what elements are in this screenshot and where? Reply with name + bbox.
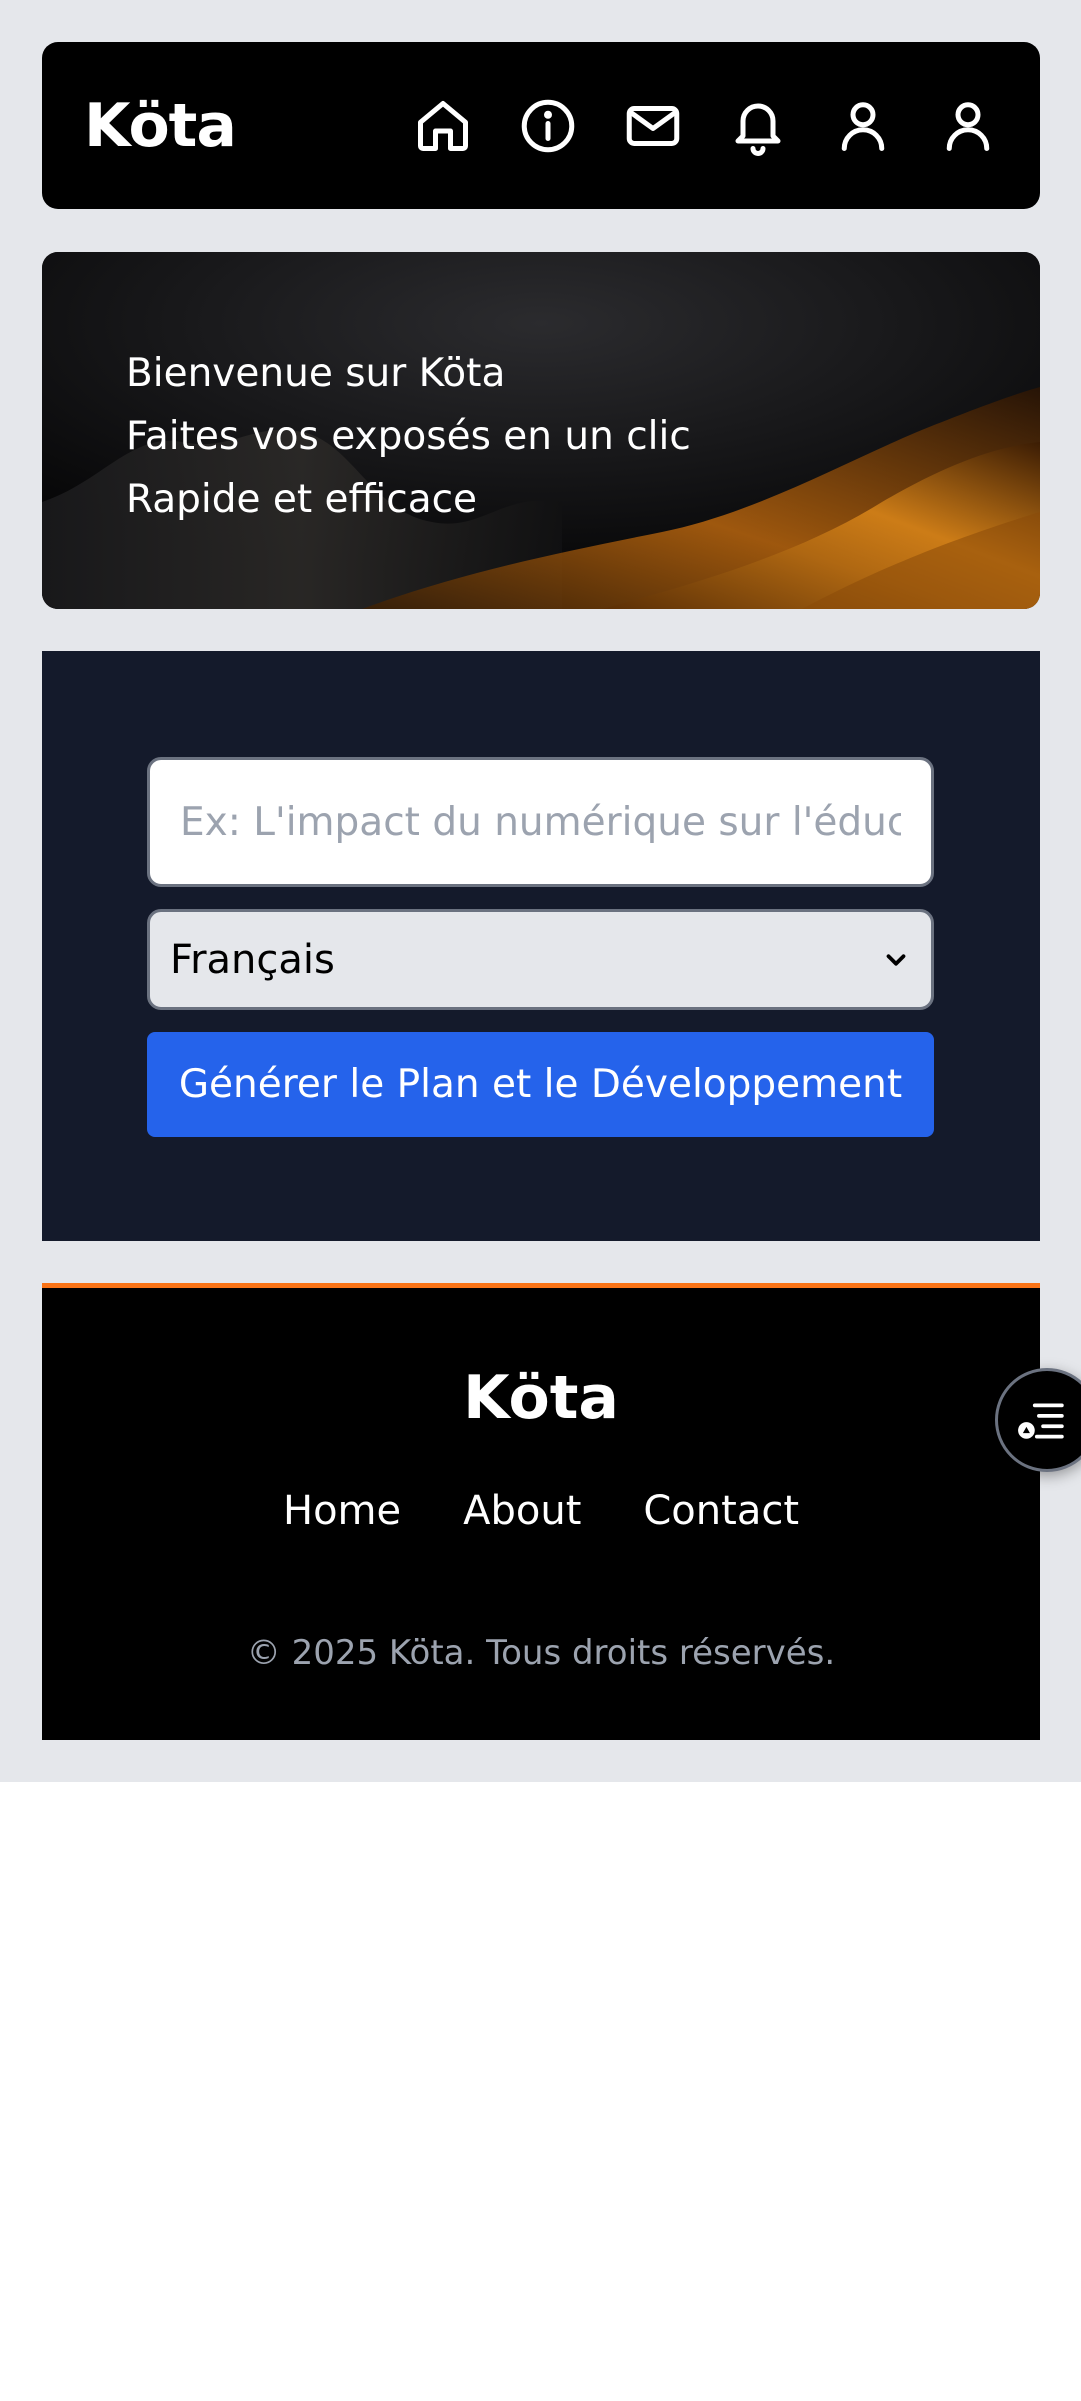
language-selected-value: Français xyxy=(170,936,335,983)
bell-icon[interactable] xyxy=(728,96,788,156)
footer-link-about[interactable]: About xyxy=(463,1488,581,1534)
chevron-down-icon xyxy=(886,953,906,966)
topic-input[interactable] xyxy=(147,757,934,887)
generate-button[interactable]: Générer le Plan et le Développement xyxy=(147,1032,934,1137)
hero-text: Bienvenue sur Köta Faites vos exposés en… xyxy=(126,342,691,531)
top-navbar: Köta xyxy=(42,42,1040,209)
footer-link-contact[interactable]: Contact xyxy=(643,1488,799,1534)
user-icon[interactable] xyxy=(833,96,893,156)
copyright-text: © 2025 Köta. Tous droits réservés. xyxy=(246,1633,836,1673)
site-footer: Köta Home About Contact © 2025 Köta. Tou… xyxy=(42,1283,1040,1740)
hero-banner: Bienvenue sur Köta Faites vos exposés en… xyxy=(42,252,1040,609)
footer-logo: Köta xyxy=(463,1363,619,1433)
language-select[interactable]: Français xyxy=(147,909,934,1010)
profile-icon[interactable] xyxy=(938,96,998,156)
info-icon[interactable] xyxy=(518,96,578,156)
hero-subtitle: Rapide et efficace xyxy=(126,477,478,522)
home-icon[interactable] xyxy=(413,96,473,156)
generator-form: Français Générer le Plan et le Développe… xyxy=(42,651,1040,1241)
nav-icons xyxy=(413,96,998,156)
site-logo[interactable]: Köta xyxy=(84,91,237,161)
mail-icon[interactable] xyxy=(623,96,683,156)
hero-tagline: Faites vos exposés en un clic xyxy=(126,414,691,459)
hero-welcome: Bienvenue sur Köta xyxy=(126,351,506,396)
footer-link-home[interactable]: Home xyxy=(283,1488,401,1534)
list-menu-icon xyxy=(1018,1403,1064,1439)
footer-links: Home About Contact xyxy=(42,1488,1040,1534)
